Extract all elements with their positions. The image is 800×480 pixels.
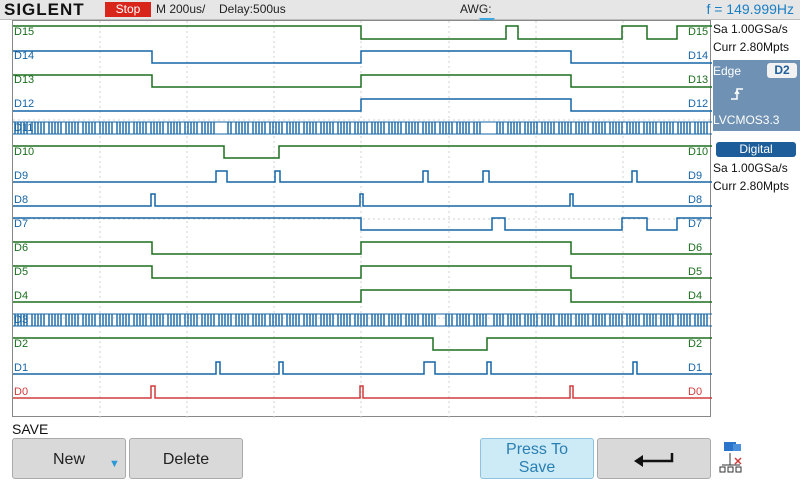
trace-d4 — [13, 289, 712, 303]
trace-d7 — [13, 217, 712, 231]
label-d14-left: D14 — [14, 50, 35, 62]
label-d2-left: D2 — [14, 338, 29, 350]
label-d5-right: D5 — [688, 266, 703, 278]
label-d7-left: D7 — [14, 218, 29, 230]
label-d11-left: D11 — [14, 122, 34, 134]
return-button[interactable] — [597, 438, 711, 479]
waveform-display[interactable] — [12, 20, 712, 418]
trace-d5 — [13, 265, 712, 279]
trace-d15 — [13, 25, 712, 40]
press-to-save-line2: Save — [518, 459, 556, 476]
trigger-type-label: Edge — [713, 64, 742, 78]
label-d1-right: D1 — [688, 362, 703, 374]
trace-d6 — [13, 241, 712, 255]
trace-d12 — [13, 98, 712, 112]
label-d1-left: D1 — [14, 362, 29, 374]
label-d3-left: D3 — [14, 314, 29, 326]
label-d4-left: D4 — [14, 290, 29, 302]
run-stop-badge[interactable]: Stop — [105, 2, 151, 17]
label-d9-right: D9 — [688, 170, 703, 182]
trace-d14 — [13, 50, 712, 64]
delete-button-label: Delete — [162, 451, 210, 468]
trigger-source-tag: D2 — [767, 63, 797, 78]
label-d8-right: D8 — [688, 194, 703, 206]
label-d2-right: D2 — [688, 338, 703, 350]
trace-d1 — [13, 361, 712, 375]
label-d0-left: D0 — [14, 386, 29, 398]
grid-lines — [13, 21, 712, 418]
label-d12-left: D12 — [14, 98, 35, 110]
down-arrow-icon: ▼ — [109, 458, 120, 470]
network-icon[interactable] — [718, 441, 748, 477]
waveform-svg — [13, 21, 712, 418]
label-d7-right: D7 — [688, 218, 703, 230]
menu-title: SAVE — [12, 421, 49, 437]
trace-d13 — [13, 74, 712, 88]
press-to-save-line1: Press To — [506, 441, 568, 458]
digital-sample-rate: Sa 1.00GSa/s — [713, 161, 788, 175]
label-d10-right: D10 — [688, 146, 709, 158]
delete-button[interactable]: Delete — [129, 438, 243, 479]
trace-d10 — [13, 145, 712, 159]
digital-memory-depth: Curr 2.80Mpts — [713, 179, 790, 193]
trigger-rising-edge-icon — [731, 88, 743, 100]
timebase-readout[interactable]: M 200us/ — [156, 2, 205, 16]
delay-readout[interactable]: Delay:500us — [219, 2, 286, 16]
trace-d8 — [13, 193, 712, 207]
trace-d2 — [13, 337, 712, 351]
label-d15-left: D15 — [14, 26, 35, 38]
top-status-bar: SIGLENT Stop M 200us/ Delay:500us AWG: f… — [0, 0, 800, 20]
label-d15-right: D15 — [688, 26, 709, 38]
label-d4-right: D4 — [688, 290, 703, 302]
label-d6-right: D6 — [688, 242, 703, 254]
label-d12-right: D12 — [688, 98, 709, 110]
brand-logo: SIGLENT — [4, 0, 85, 19]
trace-d9 — [13, 170, 712, 183]
label-d13-right: D13 — [688, 74, 709, 86]
new-button-label: New — [52, 451, 85, 468]
return-arrow-icon — [634, 453, 674, 467]
label-d8-left: D8 — [14, 194, 29, 206]
awg-readout: AWG: — [460, 2, 492, 16]
label-d0-right: D0 — [688, 386, 703, 398]
trace-d0 — [13, 385, 712, 399]
sample-rate-readout: Sa 1.00GSa/s — [713, 22, 788, 36]
digital-panel-header[interactable]: Digital — [716, 142, 796, 157]
trigger-level-label: LVCMOS3.3 — [713, 113, 780, 127]
trace-d11 — [13, 121, 712, 135]
label-d9-left: D9 — [14, 170, 29, 182]
memory-depth-readout: Curr 2.80Mpts — [713, 40, 790, 54]
label-d10-left: D10 — [14, 146, 35, 158]
label-d13-left: D13 — [14, 74, 35, 86]
press-to-save-button[interactable]: Press To Save — [480, 438, 594, 479]
label-d5-left: D5 — [14, 266, 29, 278]
label-d6-left: D6 — [14, 242, 29, 254]
trace-d3 — [13, 313, 712, 327]
frequency-readout: f = 149.999Hz — [706, 1, 794, 17]
label-d14-right: D14 — [688, 50, 709, 62]
